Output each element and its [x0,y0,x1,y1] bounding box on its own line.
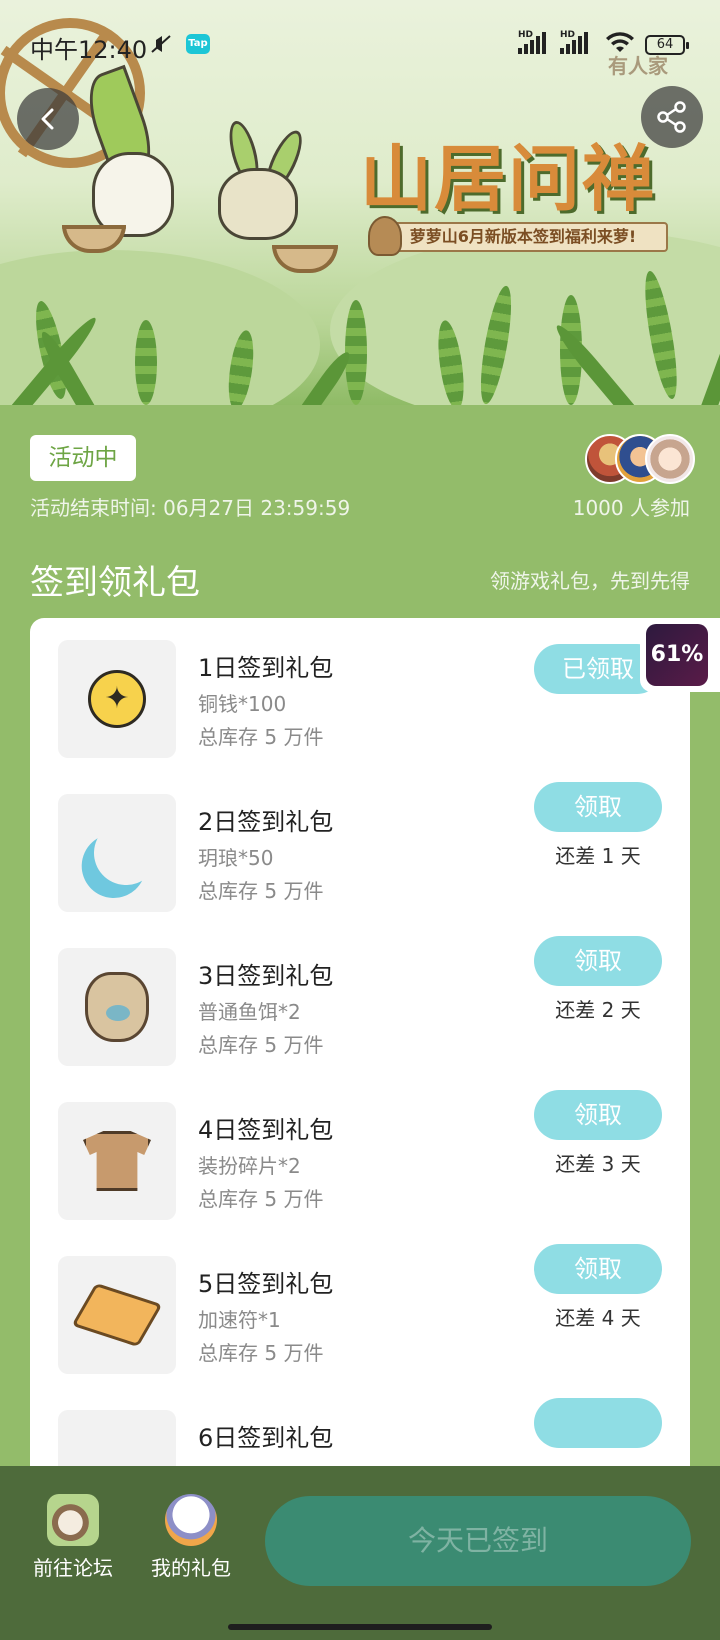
gift-reward: 加速符*1 [198,1308,281,1332]
share-button[interactable] [641,86,703,148]
banner-title: 山居问禅 [360,136,657,221]
share-icon [657,101,686,133]
signal-icon [518,32,546,54]
gift-name: 6日签到礼包 [198,1424,334,1452]
days-remaining: 还差 3 天 [555,1152,641,1176]
participant-avatars [585,434,695,484]
gift-item: 3日签到礼包 普通鱼饵*2 总库存 5 万件 领取 还差 2 天 [30,926,690,1086]
gift-stock: 总库存 5 万件 [198,1341,324,1365]
gift-reward: 普通鱼饵*2 [198,1000,301,1024]
gift-reward: 铜钱*100 [198,692,287,716]
progress-value: 61% [646,624,708,686]
gift-name: 5日签到礼包 [198,1270,334,1298]
claim-button[interactable]: 领取 [534,1090,662,1140]
event-status-badge: 活动中 [30,435,136,481]
gift-reward: 装扮碎片*2 [198,1154,301,1178]
claim-button[interactable]: 领取 [534,936,662,986]
event-end-time: 活动结束时间: 06月27日 23:59:59 [30,496,351,520]
gift-stock: 总库存 5 万件 [198,1187,324,1211]
gift-item: 2日签到礼包 玥琅*50 总库存 5 万件 领取 还差 1 天 [30,772,690,932]
gift-stock: 总库存 5 万件 [198,879,324,903]
gift-item: 6日签到礼包 [30,1388,690,1478]
days-remaining: 还差 2 天 [555,998,641,1022]
mute-icon [150,32,174,62]
section-hint: 领游戏礼包，先到先得 [490,569,690,593]
gift-box-icon [165,1494,217,1546]
moon-icon [85,812,167,894]
gift-thumbnail [58,1102,176,1220]
gift-thumbnail [58,640,176,758]
basket-illustration [272,245,338,273]
gift-item: 4日签到礼包 装扮碎片*2 总库存 5 万件 领取 还差 3 天 [30,1080,690,1240]
gift-reward: 玥琅*50 [198,846,274,870]
progress-badge[interactable]: 61% [640,618,720,692]
home-indicator[interactable] [228,1624,492,1630]
bait-sack-icon [85,972,149,1042]
gift-item: 5日签到礼包 加速符*1 总库存 5 万件 领取 还差 4 天 [30,1234,690,1394]
signal-icon [560,32,588,54]
status-bar: 中午12:40 Tap HD HD 64 有人家 [0,0,720,90]
participant-count: 1000 人参加 [572,496,690,520]
coin-icon [88,670,146,728]
my-gifts-label: 我的礼包 [151,1556,231,1580]
days-remaining: 还差 4 天 [555,1306,641,1330]
status-time: 中午12:40 [30,36,148,64]
forum-icon [47,1494,99,1546]
outfit-shirt-icon [83,1131,151,1191]
gift-stock: 总库存 5 万件 [198,1033,324,1057]
watermark-logo: 有人家 [608,54,668,78]
claim-button[interactable] [534,1398,662,1448]
section-title: 签到领礼包 [30,563,200,603]
signed-in-button[interactable]: 今天已签到 [265,1496,691,1586]
basket-illustration [62,225,126,253]
gift-name: 4日签到礼包 [198,1116,334,1144]
avatar [645,434,695,484]
talisman-icon [71,1282,163,1348]
monk-illustration [368,216,402,256]
back-button[interactable] [17,88,79,150]
days-remaining: 还差 1 天 [555,844,641,868]
chevron-left-icon [41,108,54,130]
gift-thumbnail [58,1256,176,1374]
app-badge-icon: Tap [186,34,210,54]
gift-list: 1日签到礼包 铜钱*100 总库存 5 万件 已领取 2日签到礼包 玥琅*50 … [30,618,690,1478]
claim-button[interactable]: 领取 [534,1244,662,1294]
forum-button[interactable]: 前往论坛 [18,1494,128,1581]
gift-item: 1日签到礼包 铜钱*100 总库存 5 万件 已领取 [30,618,690,778]
gift-name: 3日签到礼包 [198,962,334,990]
claim-button[interactable]: 领取 [534,782,662,832]
bottom-bar: 前往论坛 我的礼包 今天已签到 [0,1466,720,1640]
forum-label: 前往论坛 [33,1556,113,1580]
bunny-illustration [218,168,298,240]
gift-name: 2日签到礼包 [198,808,334,836]
my-gifts-button[interactable]: 我的礼包 [136,1494,246,1581]
gift-stock: 总库存 5 万件 [198,725,324,749]
banner-subtitle: 萝萝山6月新版本签到福利来萝! [378,222,668,252]
gift-thumbnail [58,794,176,912]
gift-thumbnail [58,948,176,1066]
gift-name: 1日签到礼包 [198,654,334,682]
